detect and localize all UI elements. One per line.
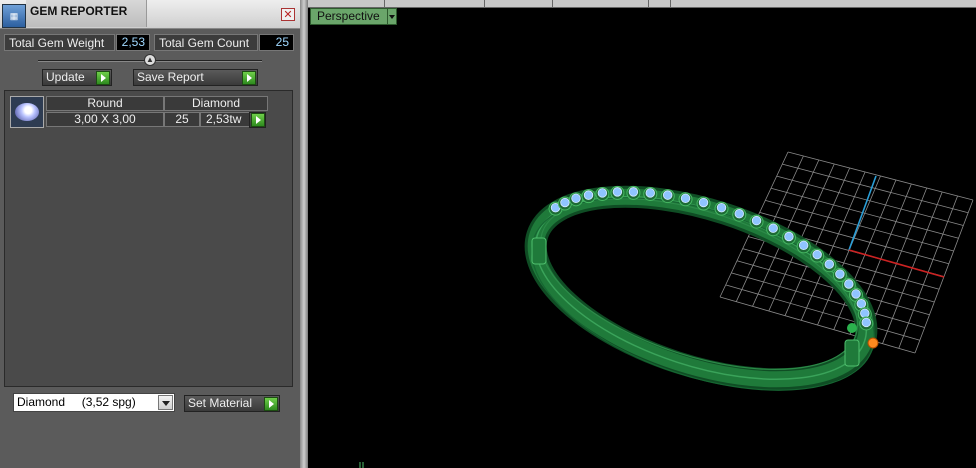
gem-reporter-panel: ▦ GEM REPORTER ✕ Total Gem Weight 2,53 T… <box>0 0 300 468</box>
play-arrow-icon <box>251 113 265 127</box>
round-diamond-stone <box>597 188 608 198</box>
gem-type-cell: Diamond <box>164 96 268 111</box>
x-axis-line <box>848 249 945 278</box>
round-diamond-stone <box>645 188 655 198</box>
round-diamond-stone <box>734 209 744 219</box>
gem-list[interactable] <box>4 90 293 387</box>
round-diamond-stone <box>856 299 867 309</box>
round-diamond-stone <box>835 269 845 279</box>
gem-shape-cell: Round <box>46 96 164 111</box>
round-diamond-stone <box>861 317 871 328</box>
round-diamond-stone <box>784 231 794 242</box>
set-material-button[interactable]: Set Material <box>184 395 280 412</box>
gem-size-cell: 3,00 X 3,00 <box>46 112 164 127</box>
round-diamond-stone <box>768 223 778 233</box>
panel-titlebar: ▦ GEM REPORTER ✕ <box>0 0 300 29</box>
gem-row-action-button[interactable] <box>249 112 266 128</box>
collapse-knob-icon[interactable]: ▲ <box>144 54 156 66</box>
round-diamond-stone <box>583 190 594 200</box>
round-diamond-stone <box>560 197 570 208</box>
z-axis-line <box>848 175 877 251</box>
gem-weight-cell: 2,53tw <box>200 112 250 127</box>
round-diamond-stone <box>612 187 623 197</box>
play-arrow-icon <box>264 397 278 411</box>
gem-reporter-app-icon: ▦ <box>2 4 26 28</box>
round-diamond-stone <box>628 187 639 197</box>
save-report-button[interactable]: Save Report <box>133 69 258 86</box>
round-diamond-stone <box>824 259 834 269</box>
orange-marker-icon[interactable] <box>867 337 879 349</box>
round-diamond-stone <box>860 308 870 318</box>
round-diamond-stone <box>844 279 854 289</box>
round-diamond-stone <box>751 215 762 226</box>
panel-splitter[interactable] <box>300 0 308 468</box>
hinge-part <box>531 237 547 265</box>
3d-scene <box>359 151 974 468</box>
round-diamond-stone <box>812 249 822 260</box>
round-diamond-stone <box>851 289 861 299</box>
update-button-label: Update <box>46 70 85 84</box>
round-diamond-stone <box>571 193 581 204</box>
close-icon[interactable]: ✕ <box>281 8 295 21</box>
clasp-pin <box>847 323 857 333</box>
update-button[interactable]: Update <box>42 69 112 86</box>
round-diamond-thumbnail <box>10 96 44 128</box>
gem-count-cell: 25 <box>164 112 200 127</box>
panel-title: GEM REPORTER <box>30 4 128 18</box>
total-gem-count-label: Total Gem Count <box>154 34 258 51</box>
material-select-value: Diamond (3,52 spg) <box>17 395 136 409</box>
material-select[interactable]: Diamond (3,52 spg) <box>13 393 175 412</box>
diamond-icon <box>15 103 39 121</box>
clasp-part <box>844 339 860 367</box>
play-arrow-icon <box>242 71 256 85</box>
round-diamond-stone <box>680 193 691 204</box>
construction-grid <box>719 151 974 354</box>
total-gem-weight-value: 2,53 <box>116 34 150 51</box>
round-diamond-stone <box>663 190 673 200</box>
total-gem-count-value: 25 <box>259 34 294 51</box>
save-report-button-label: Save Report <box>137 70 204 84</box>
3d-viewport[interactable]: Perspective <box>308 0 976 468</box>
set-material-button-label: Set Material <box>188 396 253 410</box>
round-diamond-stone <box>716 202 727 213</box>
total-gem-weight-label: Total Gem Weight <box>4 34 115 51</box>
chevron-down-icon[interactable] <box>158 395 173 410</box>
round-diamond-stone <box>698 197 709 208</box>
play-arrow-icon <box>96 71 110 85</box>
round-diamond-stone <box>798 240 809 251</box>
